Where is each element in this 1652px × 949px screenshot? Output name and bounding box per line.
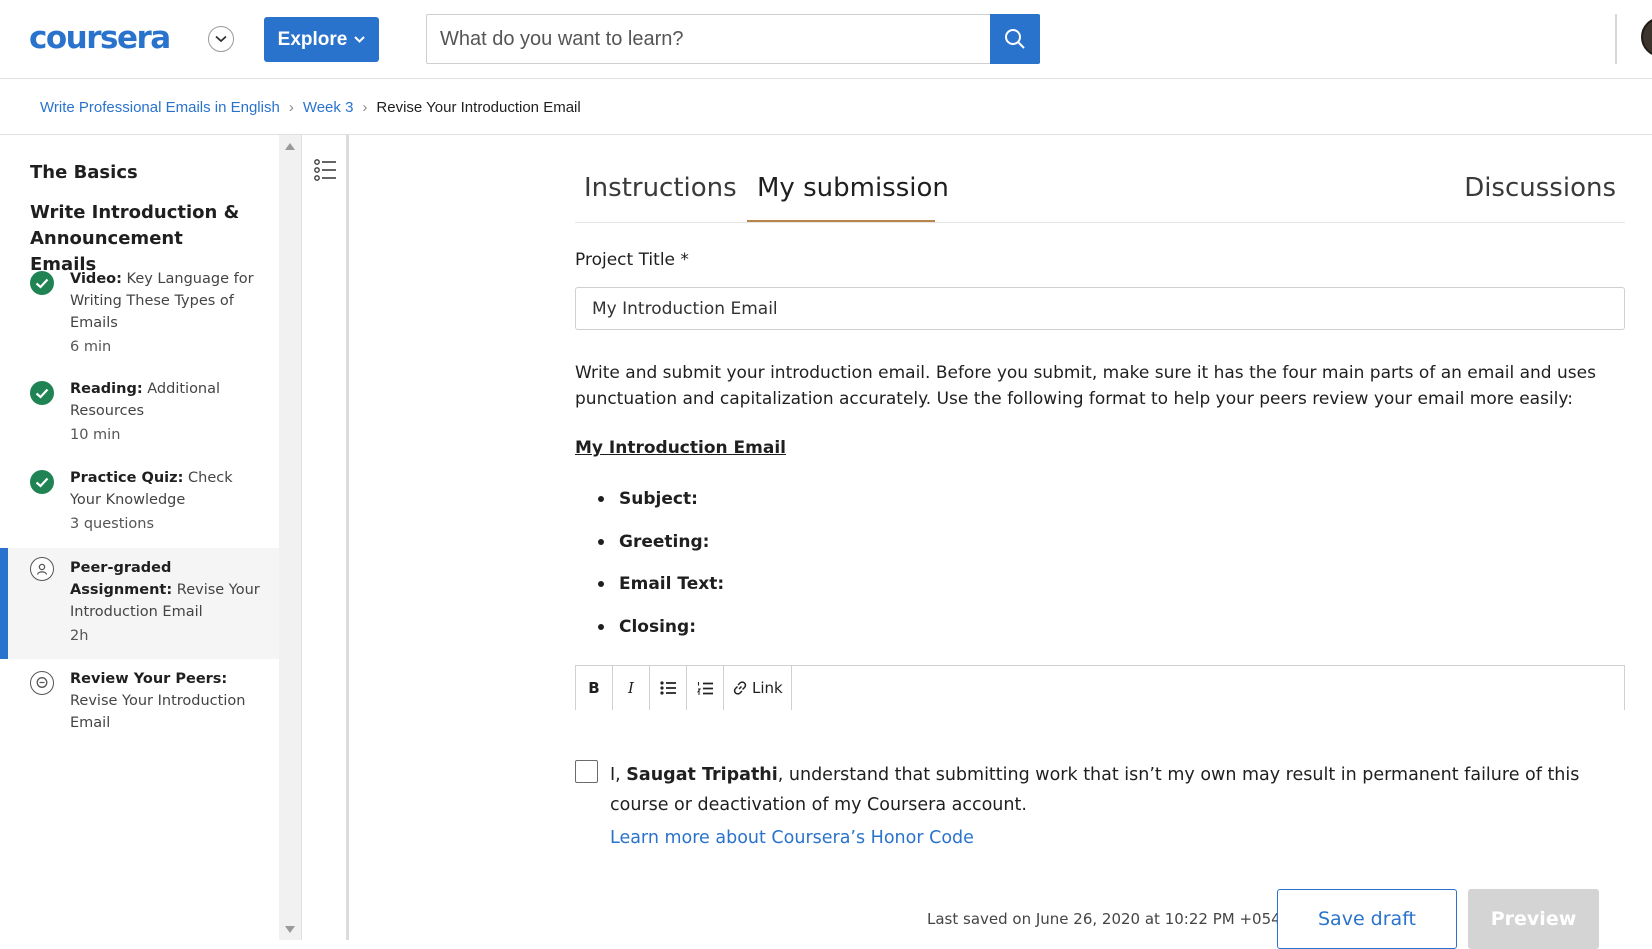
honor-code-checkbox[interactable] xyxy=(575,760,598,783)
search-icon xyxy=(1005,29,1025,49)
learner-name: Saugat Tripathi xyxy=(626,765,778,785)
scroll-down-arrow-icon[interactable] xyxy=(285,926,295,933)
chevron-right-icon: › xyxy=(362,98,368,116)
rich-text-toolbar: B I Link xyxy=(575,665,1625,710)
coursera-logo[interactable]: coursera xyxy=(29,18,171,58)
explore-label: Explore xyxy=(277,28,348,50)
sidebar-item-reading[interactable]: Reading: Additional Resources 10 min xyxy=(0,378,279,458)
last-saved-status: Last saved on June 26, 2020 at 10:22 PM … xyxy=(927,910,1291,928)
sidebar-item-video[interactable]: Video: Key Language for Writing These Ty… xyxy=(0,268,279,368)
search-box xyxy=(426,14,1040,64)
numbered-list-button[interactable] xyxy=(687,666,724,710)
header-divider xyxy=(1615,14,1617,64)
list-item: Closing: xyxy=(597,615,724,658)
numbered-list-icon xyxy=(696,681,713,695)
tab-instructions[interactable]: Instructions xyxy=(584,171,737,205)
sidebar-item-review-peers[interactable]: Review Your Peers: Revise Your Introduct… xyxy=(0,668,279,748)
checkmark-icon xyxy=(30,470,54,494)
bulleted-list-icon xyxy=(659,681,676,695)
sidebar-item-text: Video: Key Language for Writing These Ty… xyxy=(70,268,265,358)
project-title-label: Project Title * xyxy=(575,250,689,270)
bulleted-list-button[interactable] xyxy=(650,666,687,710)
item-duration: 2h xyxy=(70,628,89,644)
sidebar-scrollbar[interactable] xyxy=(279,135,301,940)
breadcrumb-course-link[interactable]: Write Professional Emails in English xyxy=(40,99,280,116)
sidebar-item-text: Peer-graded Assignment: Revise Your Intr… xyxy=(70,557,265,647)
preview-button[interactable]: Preview xyxy=(1468,889,1599,949)
search-button[interactable] xyxy=(990,14,1040,64)
list-item: Greeting: xyxy=(597,530,724,573)
checkmark-icon xyxy=(30,381,54,405)
breadcrumb-week-link[interactable]: Week 3 xyxy=(303,99,354,116)
item-type: Practice Quiz: xyxy=(70,470,184,486)
sidebar-subsection-title: Write Introduction & Announcement Emails xyxy=(30,202,240,275)
assignment-instructions: Write and submit your introduction email… xyxy=(575,363,1596,409)
checkmark-icon xyxy=(30,271,54,295)
sidebar-item-text: Review Your Peers: Revise Your Introduct… xyxy=(70,668,265,734)
chevron-right-icon: › xyxy=(288,98,294,116)
link-icon xyxy=(733,681,747,695)
item-type: Peer-graded Assignment: xyxy=(70,560,173,598)
sidebar-item-text: Reading: Additional Resources 10 min xyxy=(70,378,265,446)
breadcrumb: Write Professional Emails in English › W… xyxy=(40,96,581,118)
project-title-input[interactable] xyxy=(575,287,1625,330)
item-type: Video: xyxy=(70,271,122,287)
active-tab-indicator xyxy=(747,220,935,222)
bold-button[interactable]: B xyxy=(576,666,613,710)
avatar[interactable] xyxy=(1641,17,1652,57)
side-rail xyxy=(301,135,349,940)
sidebar-item-text: Practice Quiz: Check Your Knowledge 3 qu… xyxy=(70,467,265,535)
search-input[interactable] xyxy=(427,15,989,63)
chevron-down-icon xyxy=(354,36,366,43)
item-type: Reading: xyxy=(70,381,143,397)
tab-discussions[interactable]: Discussions xyxy=(1464,171,1616,205)
list-item: Email Text: xyxy=(597,572,724,615)
honor-code-statement: I, Saugat Tripathi, understand that subm… xyxy=(610,760,1620,820)
chat-bubble-icon xyxy=(30,671,54,695)
item-type: Review Your Peers: xyxy=(70,671,228,687)
peer-assignment-icon xyxy=(30,557,54,581)
breadcrumb-current: Revise Your Introduction Email xyxy=(376,98,581,116)
sidebar-section-title: The Basics xyxy=(30,162,138,183)
item-duration: 6 min xyxy=(70,339,112,355)
tab-my-submission[interactable]: My submission xyxy=(757,171,949,205)
explore-button[interactable]: Explore xyxy=(264,17,379,62)
course-sidebar: The Basics Write Introduction & Announce… xyxy=(0,135,279,940)
outline-list-icon[interactable] xyxy=(313,157,339,183)
sidebar-item-quiz[interactable]: Practice Quiz: Check Your Knowledge 3 qu… xyxy=(0,467,279,547)
honor-code-link[interactable]: Learn more about Coursera’s Honor Code xyxy=(610,828,974,848)
tab-bar: Instructions My submission Discussions xyxy=(575,135,1625,223)
link-label: Link xyxy=(752,679,783,697)
italic-button[interactable]: I xyxy=(613,666,650,710)
item-duration: 3 questions xyxy=(70,516,155,532)
save-draft-button[interactable]: Save draft xyxy=(1277,889,1457,949)
sidebar-item-peer-assignment[interactable]: Peer-graded Assignment: Revise Your Intr… xyxy=(0,548,279,659)
main-content: Instructions My submission Discussions P… xyxy=(575,135,1625,949)
chevron-down-icon[interactable] xyxy=(208,26,234,52)
insert-link-button[interactable]: Link xyxy=(724,666,792,710)
item-title: Revise Your Introduction Email xyxy=(70,693,246,731)
email-format-heading: My Introduction Email xyxy=(575,438,786,458)
scroll-up-arrow-icon[interactable] xyxy=(285,143,295,150)
list-item: Subject: xyxy=(597,487,724,530)
top-header: coursera Explore xyxy=(0,0,1652,79)
item-duration: 10 min xyxy=(70,427,121,443)
honor-prefix: I, xyxy=(610,765,627,785)
email-parts-list: Subject: Greeting: Email Text: Closing: xyxy=(597,487,724,658)
